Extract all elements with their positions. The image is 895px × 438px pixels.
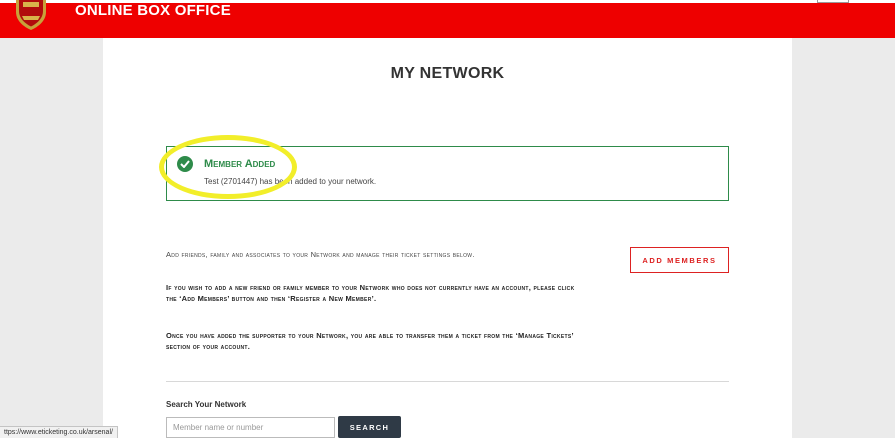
club-crest-icon[interactable] [14,0,48,30]
search-button[interactable]: Search [338,416,401,438]
highlight-annotation [159,135,297,199]
page-title: MY NETWORK [390,65,505,82]
section-divider [166,381,729,382]
intro-text: Add friends, family and associates to yo… [166,250,475,259]
instruction-paragraph: If you wish to add a new friend or famil… [166,283,575,303]
browser-tab-edge [817,0,849,3]
search-input[interactable] [166,417,335,438]
brand-title[interactable]: ONLINE BOX OFFICE [75,2,231,19]
search-label: Search Your Network [166,400,247,409]
instruction-paragraph: Once you have added the supporter to you… [166,331,574,351]
add-members-button[interactable]: Add members [630,247,729,273]
site-header: ONLINE BOX OFFICE [0,0,895,38]
status-bar-url: ttps://www.eticketing.co.uk/arsenal/ [0,426,118,438]
main-content: MY NETWORK Member Added Test (2701447) h… [103,38,792,438]
